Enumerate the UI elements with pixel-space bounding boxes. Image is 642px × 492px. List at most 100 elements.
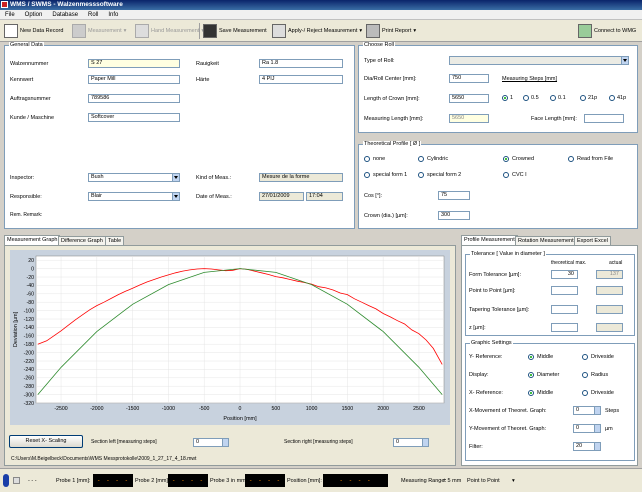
measurement-chart[interactable]: 20 0 -20 -40 -60 -80 -100 -120 -140 -160 -180 -200 -…	[10, 250, 450, 425]
menu-database[interactable]: Database	[47, 10, 83, 20]
tab-difference-graph[interactable]: Difference Graph	[58, 236, 106, 245]
apply-reject-button[interactable]: Apply-/ Reject Measurement ▾	[272, 23, 362, 39]
choose-roll-group: Choose Roll Type of Roll: Dia/Roll Cente…	[358, 42, 638, 133]
kennwert-field[interactable]: Paper Mill	[88, 75, 180, 84]
x-tick-label: 2000	[377, 406, 389, 412]
roll-type-select[interactable]	[449, 56, 629, 65]
y-tick-label: -320	[24, 401, 34, 407]
profile-special1-radio[interactable]	[364, 172, 370, 178]
probe-icon	[72, 24, 86, 38]
tapering-actual	[596, 305, 623, 314]
crown-length-field[interactable]: 5650	[449, 94, 489, 103]
responsible-select[interactable]: Blair	[88, 192, 180, 201]
xref-middle-radio[interactable]	[528, 390, 534, 396]
y-tick-label: -300	[24, 392, 34, 398]
crown-dia-field[interactable]: 300	[438, 211, 470, 220]
new-document-icon	[4, 24, 18, 38]
filter-spinner[interactable]: 20	[573, 442, 601, 451]
profile-cylindric-radio[interactable]	[418, 156, 424, 162]
spinner-arrows-icon	[594, 407, 600, 414]
profile-none-radio[interactable]	[364, 156, 370, 162]
menu-option[interactable]: Option	[20, 10, 48, 20]
step-05-radio[interactable]	[523, 95, 529, 101]
y-axis-label: Deviation [µm]	[13, 311, 19, 347]
general-data-title: General Data	[9, 42, 44, 49]
point-to-point-field[interactable]	[551, 286, 578, 295]
tab-measurement-graph[interactable]: Measurement Graph	[4, 235, 61, 245]
form-tolerance-actual: 137	[596, 270, 623, 279]
x-tick-label: 500	[271, 406, 280, 412]
x-tick-label: 1000	[306, 406, 318, 412]
y-tick-label: -60	[27, 292, 35, 298]
theoretical-profile-group: Theoretical Profile [ Ø ] none Cylindric…	[358, 141, 638, 229]
measuring-length-field[interactable]: 5650	[449, 114, 489, 123]
haerte-field[interactable]: 4 PIJ	[259, 75, 343, 84]
menu-file[interactable]: File	[0, 10, 20, 20]
auftragsnummer-field[interactable]: 789586	[88, 94, 180, 103]
connect-wmg-button[interactable]: Connect to WMG	[578, 23, 636, 39]
menu-info[interactable]: Info	[103, 10, 123, 20]
device-icon	[13, 477, 20, 484]
tab-table[interactable]: Table	[105, 236, 125, 245]
tab-rotation-measurement[interactable]: Rotation Measurement	[515, 236, 577, 245]
display-diameter-radio[interactable]	[528, 372, 534, 378]
section-right-spinner[interactable]: 0	[393, 438, 429, 447]
rauigkeit-field[interactable]: Ra 1.8	[259, 59, 343, 68]
xref-driveside-radio[interactable]	[582, 390, 588, 396]
yref-driveside-radio[interactable]	[582, 354, 588, 360]
y-tick-label: -20	[27, 275, 35, 281]
y-tick-label: 0	[31, 266, 34, 272]
profile-cvc-radio[interactable]	[503, 172, 509, 178]
hand-icon	[135, 24, 149, 38]
x-tick-label: 1500	[342, 406, 354, 412]
tab-export-excel[interactable]: Export Excel	[574, 236, 611, 245]
form-tolerance-field[interactable]: 30	[551, 270, 578, 279]
display-radius-radio[interactable]	[582, 372, 588, 378]
step-41p-radio[interactable]	[609, 95, 615, 101]
y-tick-label: -100	[24, 308, 34, 314]
walzennummer-field[interactable]: S 27	[88, 59, 180, 68]
y-tick-label: -220	[24, 359, 34, 365]
step-1-radio[interactable]	[502, 95, 508, 101]
tapering-field[interactable]	[551, 305, 578, 314]
diameter-field[interactable]: 750	[449, 74, 489, 83]
cos-field[interactable]: 75	[438, 191, 470, 200]
section-left-spinner[interactable]: 0	[193, 438, 229, 447]
hand-measurement-button[interactable]: Hand Measurement▾	[135, 23, 204, 39]
z-actual	[596, 323, 623, 332]
reset-x-scaling-button[interactable]: Reset X- Scaling	[9, 435, 83, 448]
save-measurement-button[interactable]: Save Measurement	[203, 23, 267, 39]
x-movement-spinner[interactable]: 0	[573, 406, 601, 415]
kunde-field[interactable]: Softcover	[88, 113, 180, 122]
probe2-display: - - - -	[168, 474, 208, 487]
y-tick-label: -180	[24, 342, 34, 348]
y-tick-label: 20	[28, 258, 34, 264]
menu-roll[interactable]: Roll	[83, 10, 103, 20]
x-tick-label: -500	[199, 406, 209, 412]
profile-crowned-radio[interactable]	[503, 156, 509, 162]
step-01-radio[interactable]	[550, 95, 556, 101]
printer-icon	[366, 24, 380, 38]
connect-icon	[578, 24, 592, 38]
spinner-arrows-icon	[422, 439, 428, 446]
spinner-arrows-icon	[594, 443, 600, 450]
print-report-button[interactable]: Print Report ▾	[366, 23, 416, 39]
tab-profile-measurement[interactable]: Profile Measurement	[461, 235, 518, 245]
chevron-down-icon	[621, 57, 628, 64]
y-movement-spinner[interactable]: 0	[573, 424, 601, 433]
probe3-display: - - - -	[245, 474, 285, 487]
measuring-range-select[interactable]: ± 5 mm	[443, 478, 461, 484]
profile-special2-radio[interactable]	[418, 172, 424, 178]
measurement-button[interactable]: Measurement ▾	[72, 23, 126, 39]
x-tick-label: -2000	[90, 406, 103, 412]
inspector-select[interactable]: Bush	[88, 173, 180, 182]
step-21p-radio[interactable]	[580, 95, 586, 101]
x-tick-label: -1500	[126, 406, 139, 412]
new-record-button[interactable]: New Data Record	[4, 23, 63, 39]
face-length-field[interactable]	[584, 114, 624, 123]
z-field[interactable]	[551, 323, 578, 332]
yref-middle-radio[interactable]	[528, 354, 534, 360]
point-to-point-select[interactable]: Point to Point	[467, 478, 500, 484]
x-axis-label: Position [mm]	[223, 416, 257, 422]
profile-read-file-radio[interactable]	[568, 156, 574, 162]
